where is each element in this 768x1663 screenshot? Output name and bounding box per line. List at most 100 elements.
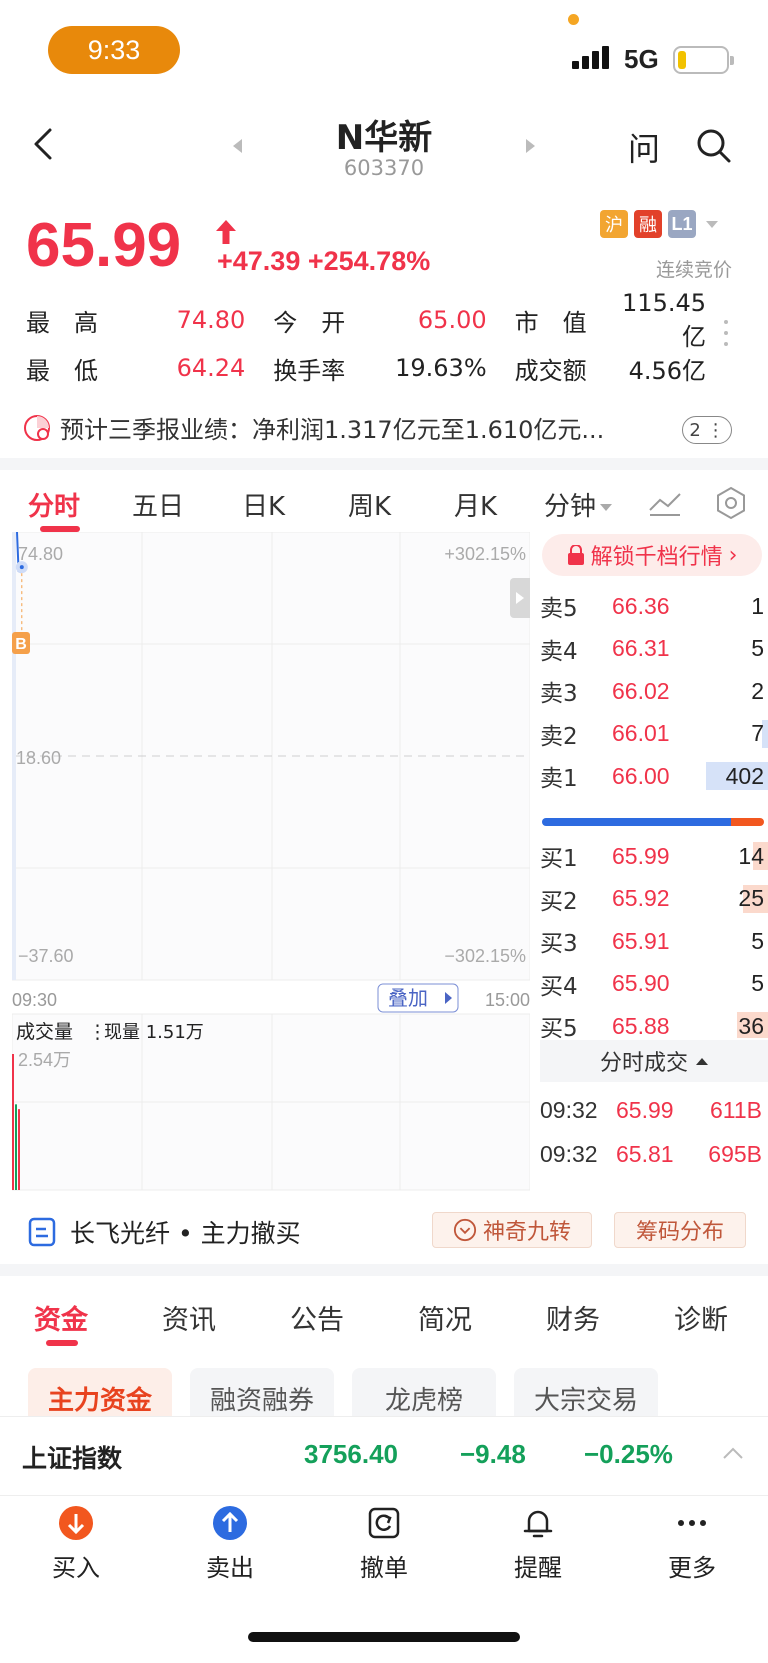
index-ticker[interactable]: 上证指数 3756.40 −9.48 −0.25%: [0, 1416, 768, 1496]
tab-label: 月K: [454, 492, 498, 522]
sell-level[interactable]: 卖5 66.36 1: [540, 584, 768, 628]
chip-distribution-label: 筹码分布: [635, 1220, 724, 1245]
chevron-up-icon[interactable]: [722, 1446, 744, 1460]
buy-level[interactable]: 买2 65.92 25: [540, 877, 768, 921]
tick-price: 65.99: [616, 1096, 674, 1123]
indicator-icon[interactable]: [648, 488, 682, 518]
sell-button[interactable]: 卖出: [180, 1504, 280, 1583]
level-volume: 1: [751, 592, 764, 619]
tab-minute[interactable]: 分钟: [544, 486, 613, 523]
level-price: 66.31: [612, 635, 670, 661]
active-tab-indicator: [46, 1340, 78, 1346]
buy-level[interactable]: 买5 65.88 36: [540, 1004, 768, 1038]
next-stock-icon[interactable]: [526, 139, 535, 153]
more-stats-icon[interactable]: [724, 320, 728, 346]
expand-panel-handle[interactable]: [510, 578, 530, 618]
level-price: 65.88: [612, 1012, 670, 1039]
stock-code: 603370: [343, 156, 425, 180]
change-percent: +254.78%: [307, 246, 431, 276]
level-volume: 5: [751, 635, 764, 661]
cancel-order-button[interactable]: 撤单: [334, 1504, 434, 1583]
buy-icon: [59, 1506, 93, 1540]
sell-level[interactable]: 卖4 66.31 5: [540, 627, 768, 671]
tab-funds[interactable]: 资金: [34, 1298, 88, 1337]
change-value: +47.39: [217, 246, 301, 276]
tab-diagnosis[interactable]: 诊断: [674, 1298, 728, 1337]
buy-marker[interactable]: B: [12, 632, 30, 654]
level-volume: 25: [738, 885, 764, 911]
tab-news[interactable]: 资讯: [162, 1298, 216, 1337]
sell-level[interactable]: 卖2 66.01 7: [540, 712, 768, 756]
more-button[interactable]: 更多: [642, 1504, 742, 1583]
chip-distribution-button[interactable]: 筹码分布: [614, 1212, 746, 1248]
level-label: 买4: [540, 973, 578, 1000]
notice-count: 2: [689, 419, 701, 441]
volume-current: 现量 1.51万: [104, 1022, 204, 1043]
index-change-percent: −0.25%: [584, 1439, 673, 1469]
ask-button[interactable]: 问: [628, 124, 660, 170]
tab-profile[interactable]: 简况: [418, 1298, 472, 1337]
magic-nine-label: 神奇九转: [482, 1220, 571, 1245]
alert-button[interactable]: 提醒: [488, 1504, 588, 1583]
tick-time: 09:32: [540, 1185, 616, 1191]
notice-count-badge[interactable]: 2 ⋮: [682, 416, 732, 444]
trading-session: 连续竞价: [655, 259, 732, 281]
battery-icon: [673, 46, 734, 74]
level-label: 买5: [540, 1016, 578, 1038]
tab-intraday[interactable]: 分时: [28, 486, 80, 523]
forecast-icon: [24, 414, 50, 441]
overlay-button[interactable]: 叠加: [377, 983, 459, 1013]
tick-trades-header[interactable]: 分时成交: [540, 1040, 768, 1082]
tick-trades-label: 分时成交: [599, 1051, 688, 1076]
chevron-down-icon[interactable]: [706, 220, 718, 228]
level-price: 65.90: [612, 970, 670, 996]
stock-name: N华新: [335, 118, 433, 158]
volume-max: 2.54万: [18, 1050, 71, 1070]
prev-stock-icon[interactable]: [233, 139, 242, 153]
tab-financials[interactable]: 财务: [546, 1298, 600, 1337]
level-label: 买1: [540, 846, 578, 872]
level1-badge[interactable]: L1: [668, 210, 696, 238]
bell-icon: [523, 1510, 553, 1538]
pct-bottom-label: −302.15%: [444, 946, 526, 966]
tick-row: 09:32 65.99 611B: [540, 1088, 768, 1132]
buy-level[interactable]: 买1 65.99 14: [540, 834, 768, 878]
document-icon: [28, 1217, 56, 1247]
tick-price: 65.81: [616, 1140, 674, 1167]
sh-market-badge: 沪: [600, 210, 628, 238]
level-price: 66.01: [612, 720, 670, 746]
search-icon[interactable]: [696, 128, 732, 164]
back-icon[interactable]: [28, 126, 64, 162]
time-end-label: 15:00: [485, 990, 530, 1010]
unlock-depth-button[interactable]: 解锁千档行情 ›: [542, 534, 762, 576]
related-news[interactable]: 长飞光纤 • 主力撤买: [28, 1214, 301, 1250]
tab-announcements[interactable]: 公告: [290, 1298, 344, 1337]
tick-time: 09:32: [540, 1140, 598, 1167]
magic-nine-button[interactable]: 神奇九转: [432, 1212, 592, 1248]
section-divider: [0, 458, 768, 470]
stat-label: 市 值: [514, 308, 587, 337]
related-news-text: 长飞光纤 • 主力撤买: [70, 1219, 301, 1248]
buy-button[interactable]: 买入: [26, 1504, 126, 1583]
tab-monthly-k[interactable]: 月K: [454, 486, 497, 523]
tab-daily-k[interactable]: 日K: [242, 486, 285, 523]
tab-five-day[interactable]: 五日: [132, 486, 184, 523]
level-volume: 402: [725, 762, 764, 789]
sell-icon: [213, 1506, 247, 1540]
status-time: 9:33: [48, 26, 180, 74]
tab-weekly-k[interactable]: 周K: [348, 486, 391, 523]
pct-top-label: +302.15%: [444, 544, 526, 564]
level-volume: 5: [751, 970, 764, 996]
sell-level[interactable]: 卖1 66.00 402: [540, 754, 768, 798]
volume-title: 成交量: [16, 1021, 73, 1043]
earnings-notice[interactable]: 预计三季报业绩：净利润1.317亿元至1.610亿元...: [22, 410, 604, 445]
chevron-right-icon: ›: [728, 542, 738, 568]
buy-level[interactable]: 买3 65.91 5: [540, 919, 768, 963]
sell-level[interactable]: 卖3 66.02 2: [540, 669, 768, 713]
overlay-label: 叠加: [388, 986, 428, 1010]
settings-icon[interactable]: [714, 486, 748, 520]
level-volume: 14: [738, 842, 764, 869]
buy-level[interactable]: 买4 65.90 5: [540, 962, 768, 1006]
current-price-point: [15, 561, 28, 574]
level-label: 卖2: [540, 723, 578, 750]
